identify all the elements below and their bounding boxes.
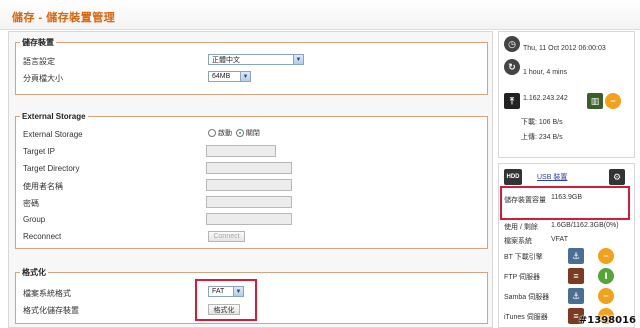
- title-bar: 儲存 - 儲存裝置管理: [0, 0, 640, 30]
- page-title: 儲存 - 儲存裝置管理: [12, 12, 116, 24]
- page-size-select[interactable]: 64MB ▼: [208, 71, 251, 82]
- ip-address: 1.162.243.242: [523, 95, 568, 102]
- password-input[interactable]: [206, 196, 292, 208]
- upload-rate: 上傳: 234 B/s: [521, 134, 563, 141]
- clock-icon: ◷: [504, 36, 520, 52]
- external-storage-radio-group: 啟動 關閉: [208, 128, 260, 138]
- anchor-icon[interactable]: ⚓: [568, 288, 584, 304]
- password-label: 密碼: [23, 199, 39, 208]
- target-ip-input[interactable]: [206, 145, 276, 157]
- uptime-icon: ↻: [504, 59, 520, 75]
- minus-icon[interactable]: −: [598, 288, 614, 304]
- storage-device-legend: 儲存裝置: [22, 38, 54, 47]
- format-device-label: 格式化儲存裝置: [23, 306, 79, 315]
- radio-on-label: 啟動: [217, 130, 232, 137]
- server-icon[interactable]: ≡: [568, 268, 584, 284]
- connect-button[interactable]: Connect: [208, 231, 245, 242]
- radio-off-label: 關閉: [245, 130, 260, 137]
- network-icon: ⤒: [504, 93, 520, 109]
- anchor-icon[interactable]: ⚓: [568, 248, 584, 264]
- gear-icon[interactable]: ⚙: [609, 169, 625, 185]
- username-input[interactable]: [206, 179, 292, 191]
- fs-value: VFAT: [551, 236, 568, 243]
- usb-device-link[interactable]: USB 裝置: [537, 172, 567, 182]
- target-directory-input[interactable]: [206, 162, 292, 174]
- language-select[interactable]: 正體中文 ▼: [208, 54, 304, 65]
- fs-label: 檔案系統: [504, 238, 532, 245]
- external-storage-toggle-label: External Storage: [23, 130, 83, 139]
- chevron-down-icon: ▼: [240, 72, 250, 81]
- service-samba-label: Samba 伺服器: [504, 294, 550, 301]
- download-rate: 下載: 106 B/s: [521, 119, 563, 126]
- page-size-select-value: 64MB: [212, 73, 231, 80]
- format-highlight-box: [195, 279, 257, 321]
- service-bt-label: BT 下載引擎: [504, 254, 543, 261]
- storage-device-section: 儲存裝置: [15, 37, 488, 95]
- radio-on[interactable]: [208, 129, 216, 138]
- chevron-down-icon: ▼: [293, 55, 303, 64]
- watermark: #1398016: [578, 315, 636, 326]
- group-label: Group: [23, 215, 46, 224]
- page-size-label: 分頁檔大小: [23, 74, 63, 83]
- target-ip-label: Target IP: [23, 147, 56, 156]
- minus-icon[interactable]: −: [605, 93, 621, 109]
- service-ftp-label: FTP 伺服器: [504, 274, 541, 281]
- language-select-value: 正體中文: [212, 56, 240, 64]
- group-input[interactable]: [206, 213, 292, 225]
- capacity-highlight-box: [500, 186, 630, 220]
- minus-icon[interactable]: −: [598, 248, 614, 264]
- reconnect-label: Reconnect: [23, 232, 62, 241]
- main-content: 儲存裝置 語言設定 正體中文 ▼ 分頁檔大小 64MB ▼ External S…: [8, 31, 493, 328]
- traffic-graph-icon[interactable]: ▥: [587, 93, 603, 109]
- uptime: 1 hour, 4 mins: [523, 69, 567, 76]
- format-legend: 格式化: [22, 268, 46, 277]
- used-value: 1.6GB/1162.3GB(0%): [551, 222, 619, 229]
- used-label: 使用 / 剩餘: [504, 224, 538, 231]
- hdd-icon: HDD: [504, 169, 522, 185]
- filesystem-label: 檔案系統格式: [23, 289, 71, 298]
- status-panel: ◷ Thu, 11 Oct 2012 06:00:03 ↻ 1 hour, 4 …: [498, 31, 635, 158]
- radio-off[interactable]: [235, 129, 244, 138]
- service-itunes-label: iTunes 伺服器: [504, 314, 548, 321]
- target-directory-label: Target Directory: [23, 164, 80, 173]
- language-label: 語言設定: [23, 57, 55, 66]
- external-storage-legend: External Storage: [22, 112, 86, 121]
- power-icon[interactable]: Ⅰ: [598, 268, 614, 284]
- datetime: Thu, 11 Oct 2012 06:00:03: [523, 45, 606, 52]
- username-label: 使用者名稱: [23, 182, 63, 191]
